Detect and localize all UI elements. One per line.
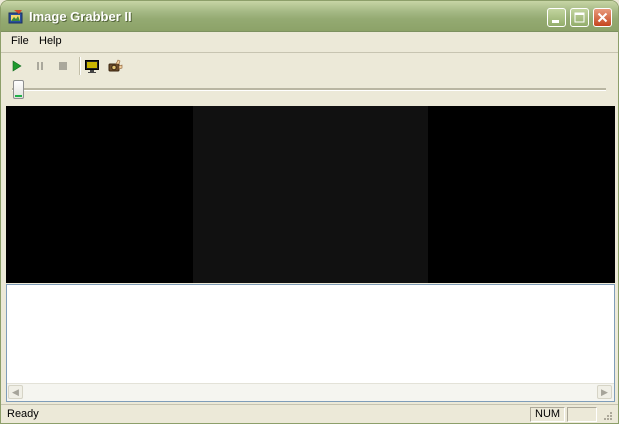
video-frame [193,106,428,283]
stop-icon [59,62,67,70]
menu-bar: File Help [1,32,618,53]
horizontal-scrollbar[interactable]: ◀ ▶ [7,383,614,401]
title-bar[interactable]: Image Grabber II [1,1,618,32]
toolbar-separator [79,57,81,75]
scroll-right-button[interactable]: ▶ [597,385,612,399]
arrow-left-icon: ◀ [12,387,19,397]
window-title: Image Grabber II [29,9,132,24]
toolbar [1,54,618,78]
scroll-left-button[interactable]: ◀ [8,385,23,399]
status-bar: Ready NUM [1,404,618,423]
play-button[interactable] [9,58,25,74]
seek-slider[interactable] [1,79,618,105]
video-preview [6,106,615,283]
pause-icon [37,62,43,70]
menu-file[interactable]: File [11,35,29,47]
pause-button[interactable] [32,58,48,74]
close-icon [597,12,608,23]
minimize-button[interactable] [547,8,566,27]
seek-slider-track [12,88,606,91]
preview-button[interactable] [84,58,100,74]
seek-slider-thumb[interactable] [13,80,24,99]
status-panel-empty [567,407,597,422]
num-lock-indicator: NUM [535,408,561,420]
close-button[interactable] [593,8,612,27]
monitor-icon [85,60,99,73]
app-icon [8,10,23,24]
play-icon [12,60,22,72]
stop-button[interactable] [55,58,71,74]
maximize-icon [574,12,585,23]
log-output[interactable]: ◀ ▶ [6,284,615,402]
arrow-right-icon: ▶ [601,387,608,397]
status-text: Ready [7,408,39,420]
resize-grip-icon[interactable] [601,409,613,421]
camera-hand-icon [108,59,123,72]
maximize-button[interactable] [570,8,589,27]
app-window: Image Grabber II File Help ◀ ▶ Ready NUM [0,0,619,424]
menu-help[interactable]: Help [39,35,62,47]
minimize-icon [552,20,559,23]
capture-button[interactable] [107,58,123,74]
